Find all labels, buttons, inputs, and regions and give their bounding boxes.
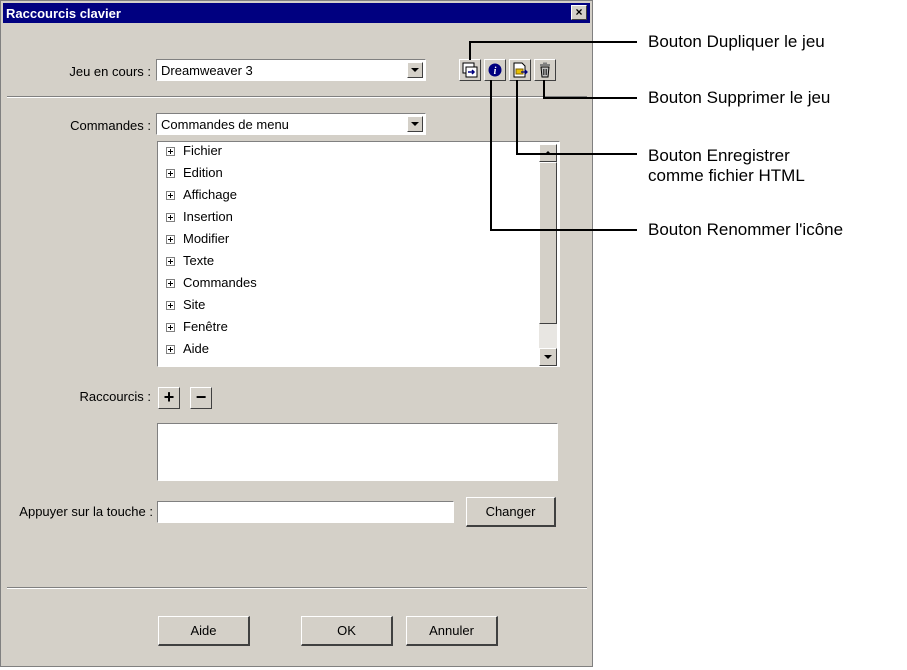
expand-icon[interactable]: [166, 257, 175, 267]
tree-item[interactable]: Commandes: [166, 272, 257, 294]
separator-top: [7, 96, 587, 98]
commands-value: Commandes de menu: [161, 117, 289, 132]
duplicate-set-button[interactable]: [459, 59, 481, 81]
expand-icon[interactable]: [166, 213, 175, 223]
ok-button[interactable]: OK: [301, 616, 393, 646]
tree-scrollbar[interactable]: [539, 144, 557, 366]
commands-label: Commandes :: [70, 118, 151, 133]
expand-icon[interactable]: [166, 279, 175, 289]
expand-icon[interactable]: [166, 323, 175, 333]
close-button[interactable]: ×: [571, 5, 587, 20]
shortcuts-list[interactable]: [157, 423, 558, 481]
current-set-select[interactable]: Dreamweaver 3: [156, 59, 426, 81]
arrow-down-icon: [544, 355, 552, 359]
svg-text:i: i: [494, 66, 497, 77]
tree-item[interactable]: Insertion: [166, 206, 233, 228]
delete-set-icon: [540, 62, 550, 78]
callout-rename: Bouton Renommer l'icône: [648, 220, 844, 239]
callout-line-export: [516, 153, 637, 155]
callout-duplicate: Bouton Dupliquer le jeu: [648, 32, 825, 51]
duplicate-set-icon: [462, 62, 478, 78]
current-set-value: Dreamweaver 3: [161, 63, 253, 78]
callout-line-rename: [490, 229, 637, 231]
remove-shortcut-button[interactable]: −: [190, 387, 212, 409]
expand-icon[interactable]: [166, 169, 175, 179]
title-bar: Raccourcis clavier ×: [3, 3, 590, 23]
commands-tree[interactable]: Fichier Edition Affichage Insertion Modi…: [157, 141, 560, 367]
rename-set-button[interactable]: i: [484, 59, 506, 81]
keyboard-shortcuts-dialog: Raccourcis clavier × Jeu en cours : Drea…: [0, 0, 593, 667]
rename-set-icon: i: [488, 63, 502, 77]
export-html-icon: [513, 62, 528, 78]
tree-item[interactable]: Modifier: [166, 228, 229, 250]
tree-item[interactable]: Texte: [166, 250, 214, 272]
separator-bottom: [7, 587, 587, 589]
delete-set-button[interactable]: [534, 59, 556, 81]
callout-line-duplicate: [469, 41, 471, 60]
chevron-down-icon[interactable]: [407, 62, 423, 78]
chevron-down-icon[interactable]: [407, 116, 423, 132]
change-button[interactable]: Changer: [466, 497, 556, 527]
tree-item[interactable]: Affichage: [166, 184, 237, 206]
tree-item[interactable]: Site: [166, 294, 205, 316]
current-set-label: Jeu en cours :: [69, 64, 151, 79]
tree-item[interactable]: Fichier: [166, 142, 222, 162]
tree-item[interactable]: Edition: [166, 162, 223, 184]
expand-icon[interactable]: [166, 235, 175, 245]
callout-export-line2: comme fichier HTML: [648, 166, 805, 185]
callout-line-delete: [543, 80, 545, 98]
window-title: Raccourcis clavier: [6, 6, 121, 21]
scroll-thumb[interactable]: [539, 162, 557, 324]
add-shortcut-button[interactable]: +: [158, 387, 180, 409]
callout-export-line1: Bouton Enregistrer: [648, 146, 790, 165]
cancel-button[interactable]: Annuler: [406, 616, 498, 646]
help-button[interactable]: Aide: [158, 616, 250, 646]
expand-icon[interactable]: [166, 147, 175, 157]
key-input-label: Appuyer sur la touche :: [19, 504, 153, 519]
expand-icon[interactable]: [166, 301, 175, 311]
key-input-field[interactable]: [157, 501, 454, 523]
commands-select[interactable]: Commandes de menu: [156, 113, 426, 135]
expand-icon[interactable]: [166, 191, 175, 201]
scroll-down-button[interactable]: [539, 348, 557, 366]
callout-line-delete: [543, 97, 637, 99]
callout-delete: Bouton Supprimer le jeu: [648, 88, 831, 107]
tree-item[interactable]: Fenêtre: [166, 316, 228, 338]
shortcuts-label: Raccourcis :: [79, 389, 151, 404]
tree-item[interactable]: Aide: [166, 338, 209, 360]
expand-icon[interactable]: [166, 345, 175, 355]
callout-line-rename: [490, 80, 492, 230]
callout-line-duplicate: [469, 41, 637, 43]
export-html-button[interactable]: [509, 59, 531, 81]
callout-line-export: [516, 80, 518, 154]
